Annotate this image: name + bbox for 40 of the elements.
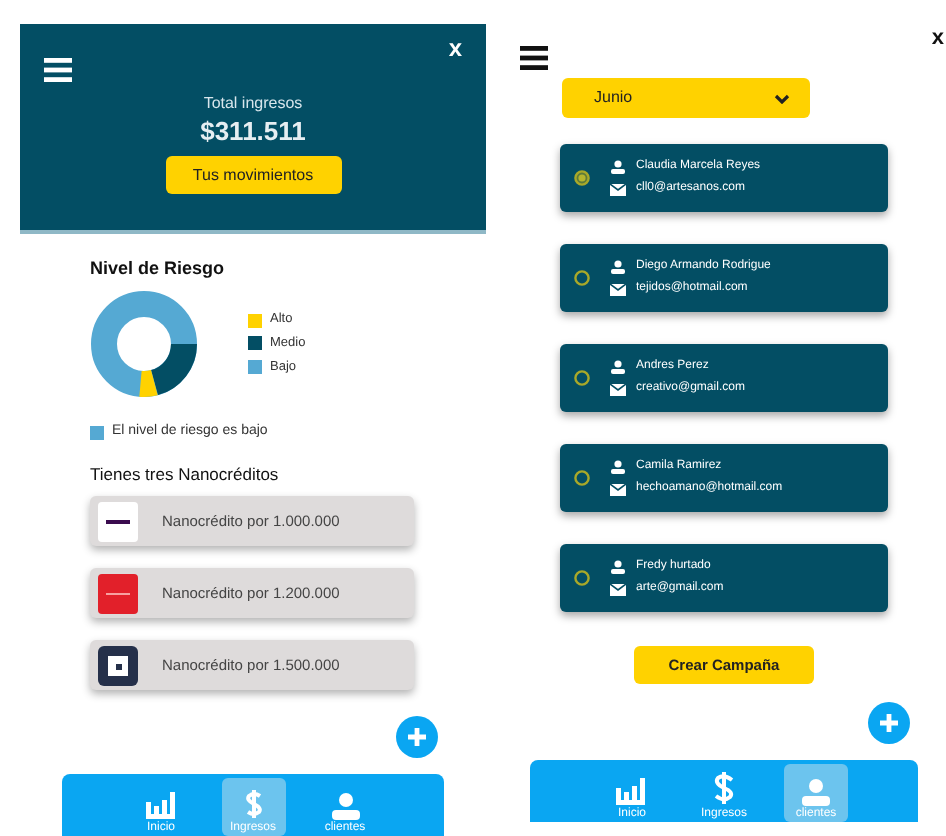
radio-button[interactable] bbox=[574, 370, 590, 386]
user-icon bbox=[800, 778, 832, 806]
risk-title: Nivel de Riesgo bbox=[90, 256, 227, 283]
add-button[interactable] bbox=[396, 716, 438, 758]
bars-icon bbox=[145, 792, 177, 820]
user-icon bbox=[610, 160, 626, 174]
add-button[interactable] bbox=[868, 702, 910, 744]
mail-icon bbox=[610, 483, 626, 495]
logo-icon bbox=[98, 573, 138, 613]
user-icon bbox=[610, 460, 626, 474]
month-dropdown[interactable]: Junio bbox=[562, 78, 810, 118]
dollar-icon bbox=[712, 770, 736, 806]
logo-icon bbox=[98, 645, 138, 685]
mail-icon bbox=[610, 583, 626, 595]
radio-button[interactable] bbox=[574, 470, 590, 486]
user-icon bbox=[610, 360, 626, 374]
radio-button[interactable] bbox=[574, 170, 590, 186]
logo-icon bbox=[98, 501, 138, 541]
bars-icon bbox=[616, 778, 648, 806]
total-caption: Total ingresos bbox=[203, 92, 303, 116]
chevron-down-icon bbox=[774, 93, 790, 103]
mail-icon bbox=[610, 283, 626, 295]
user-icon bbox=[329, 792, 361, 820]
user-icon bbox=[610, 560, 626, 574]
credits-title: Tienes tres Nanocréditos bbox=[90, 462, 281, 488]
close-button[interactable]: x bbox=[931, 26, 944, 52]
total-amount: $311.511 bbox=[200, 116, 306, 148]
mail-icon bbox=[610, 183, 626, 195]
movements-button[interactable]: Tus movimientos bbox=[165, 156, 341, 194]
menu-icon[interactable] bbox=[44, 58, 72, 82]
note-swatch bbox=[90, 425, 104, 439]
donut-chart-drawing bbox=[90, 289, 198, 398]
plus-icon bbox=[408, 728, 426, 746]
radio-button[interactable] bbox=[574, 270, 590, 286]
plus-icon bbox=[880, 714, 898, 732]
close-button[interactable]: x bbox=[448, 34, 462, 62]
mail-icon bbox=[610, 383, 626, 395]
menu-icon[interactable] bbox=[520, 46, 548, 70]
user-icon bbox=[610, 260, 626, 274]
radio-button[interactable] bbox=[574, 570, 590, 586]
